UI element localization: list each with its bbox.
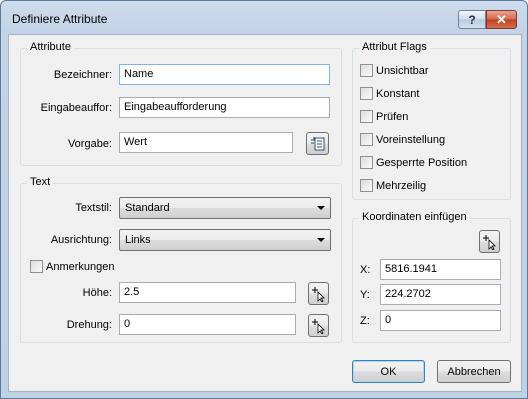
ausrichtung-select[interactable]: Links: [119, 229, 331, 251]
ok-button[interactable]: OK: [352, 360, 425, 383]
anmerkungen-checkbox[interactable]: [30, 260, 43, 273]
help-icon: ?: [468, 12, 476, 27]
drehung-input[interactable]: 0: [119, 314, 296, 335]
flag-pruefen-label: Prüfen: [376, 110, 409, 123]
cursor-pick-icon: [311, 318, 325, 334]
chevron-down-icon: [317, 238, 325, 242]
textstil-label: Textstil:: [75, 202, 112, 214]
y-label: Y:: [360, 289, 370, 301]
flag-pruefen-checkbox[interactable]: [360, 110, 373, 123]
flag-voreinstellung-label: Voreinstellung: [376, 133, 446, 146]
eingabeaufforderung-input[interactable]: Eingabeaufforderung: [119, 97, 330, 118]
flag-unsichtbar[interactable]: Unsichtbar: [360, 64, 429, 77]
z-input[interactable]: 0: [380, 310, 501, 331]
attribute-group-label: Attribute: [27, 41, 74, 53]
bezeichner-label: Bezeichner:: [53, 69, 112, 81]
flag-voreinstellung[interactable]: Voreinstellung: [360, 133, 445, 146]
dialog-window: Definiere Attribute ? ✕ Attribute Bezeic…: [0, 0, 528, 399]
flag-gesperrte-position[interactable]: Gesperrte Position: [360, 156, 467, 169]
ausrichtung-label: Ausrichtung:: [50, 234, 112, 246]
chevron-down-icon: [317, 206, 325, 210]
flag-mehrzeilig-label: Mehrzeilig: [376, 179, 427, 192]
textstil-select[interactable]: Standard: [119, 197, 331, 219]
cursor-pick-icon: [311, 286, 325, 302]
flag-konstant-label: Konstant: [376, 87, 420, 100]
window-title: Definiere Attribute: [12, 12, 108, 26]
help-button[interactable]: ?: [458, 10, 486, 29]
textstil-value: Standard: [125, 202, 170, 214]
hoehe-input[interactable]: 2.5: [119, 282, 296, 303]
flag-voreinstellung-checkbox[interactable]: [360, 133, 373, 146]
dialog-body: Attribute Bezeichner: Name Eingabeauffor…: [8, 34, 522, 392]
bezeichner-input[interactable]: Name: [119, 64, 330, 85]
drehung-label: Drehung:: [66, 319, 112, 331]
pick-rotation-button[interactable]: [308, 314, 329, 337]
flag-mehrzeilig-checkbox[interactable]: [360, 179, 373, 192]
coords-group-label: Koordinaten einfügen: [359, 211, 470, 223]
close-icon: ✕: [496, 11, 507, 27]
x-input[interactable]: 5816.1941: [380, 259, 501, 280]
insert-field-icon: [310, 136, 324, 150]
close-button[interactable]: ✕: [486, 10, 517, 29]
vorgabe-input[interactable]: Wert: [119, 132, 293, 153]
flag-konstant-checkbox[interactable]: [360, 87, 373, 100]
flag-gesperrte-position-checkbox[interactable]: [360, 156, 373, 169]
cursor-pick-icon: [482, 234, 496, 250]
cancel-button[interactable]: Abbrechen: [437, 360, 511, 383]
anmerkungen-checkbox-row[interactable]: Anmerkungen: [30, 260, 115, 273]
ausrichtung-value: Links: [125, 234, 151, 246]
flags-group-label: Attribut Flags: [359, 41, 430, 53]
insert-field-button[interactable]: [306, 132, 329, 155]
flag-unsichtbar-checkbox[interactable]: [360, 64, 373, 77]
x-label: X:: [360, 264, 371, 276]
vorgabe-label: Vorgabe:: [67, 138, 112, 150]
y-input[interactable]: 224.2702: [380, 284, 501, 305]
eingabeaufforderung-label: Eingabeauffor:: [40, 102, 112, 114]
text-group-label: Text: [27, 176, 54, 188]
pick-height-button[interactable]: [308, 282, 329, 305]
flag-gesperrte-position-label: Gesperrte Position: [376, 156, 468, 169]
z-label: Z:: [360, 315, 370, 327]
anmerkungen-label: Anmerkungen: [46, 260, 115, 273]
flag-pruefen[interactable]: Prüfen: [360, 110, 408, 123]
hoehe-label: Höhe:: [82, 287, 112, 299]
flag-unsichtbar-label: Unsichtbar: [376, 64, 429, 77]
pick-point-button[interactable]: [479, 230, 500, 253]
title-bar[interactable]: Definiere Attribute ? ✕: [1, 1, 527, 35]
flag-mehrzeilig[interactable]: Mehrzeilig: [360, 179, 426, 192]
flag-konstant[interactable]: Konstant: [360, 87, 419, 100]
